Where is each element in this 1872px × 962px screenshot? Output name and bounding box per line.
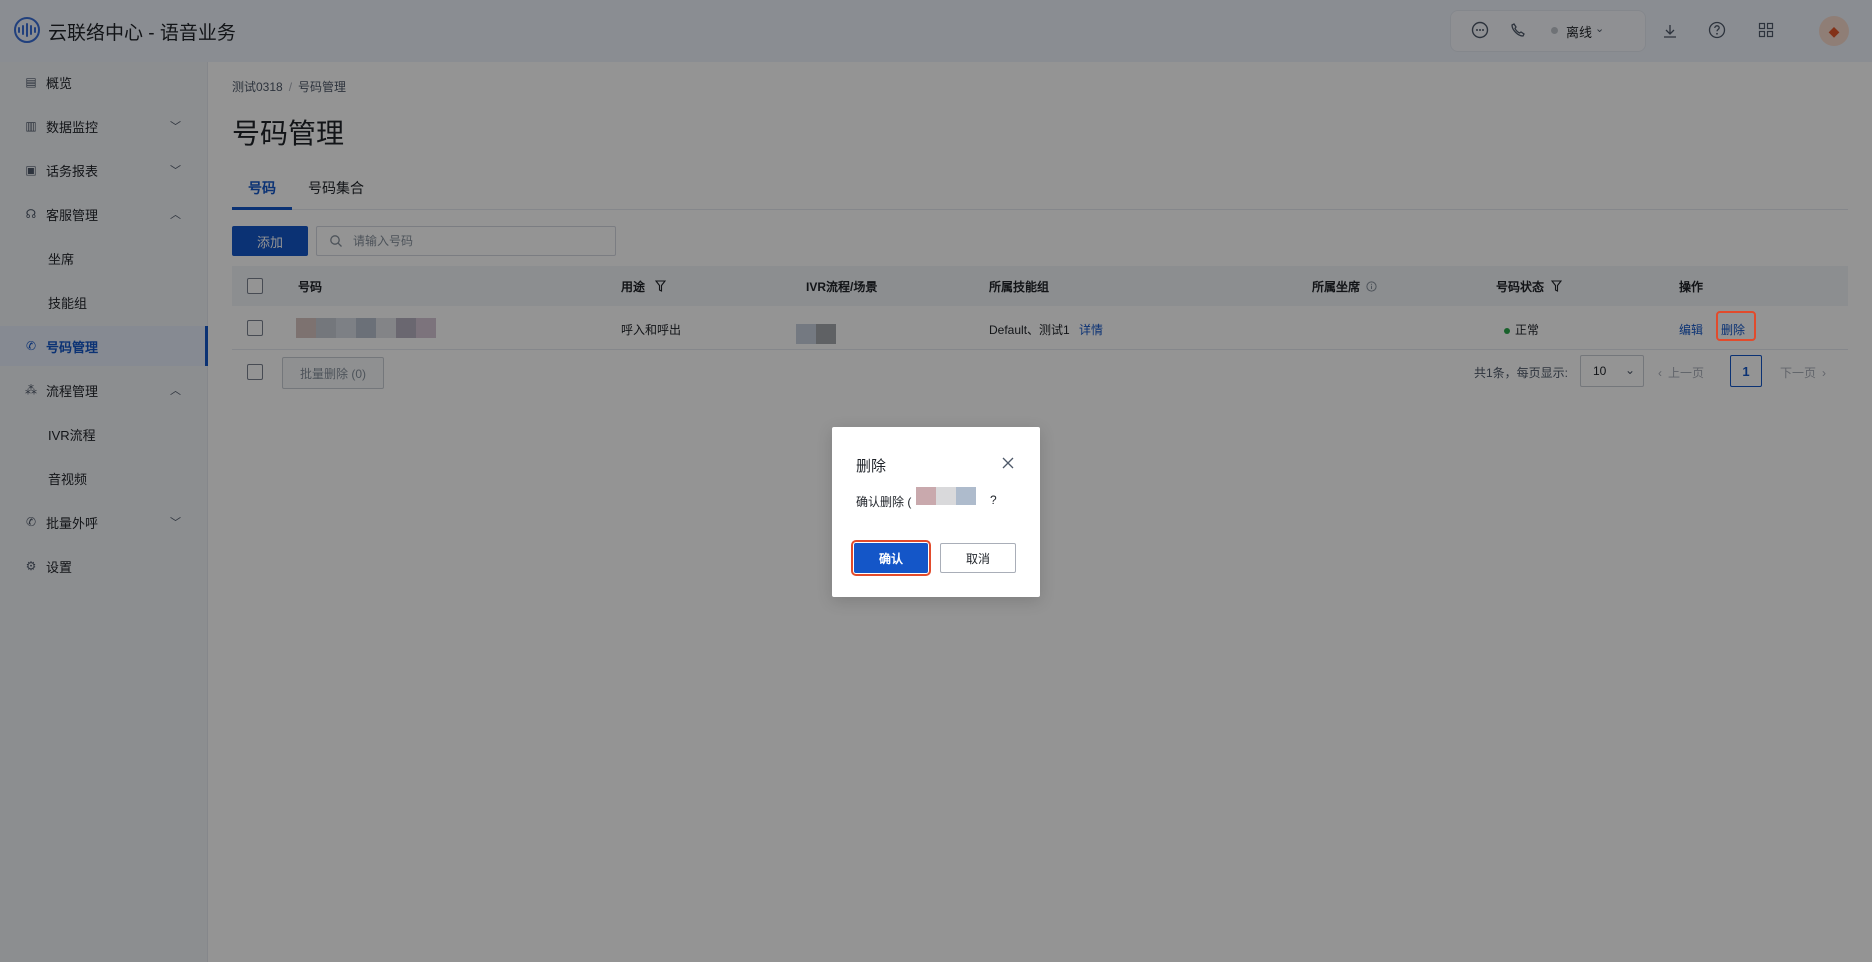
delete-confirm-dialog: 删除 确认删除 ( ? 确认 取消 bbox=[832, 427, 1040, 597]
close-icon[interactable] bbox=[1000, 455, 1016, 471]
modal-title: 删除 bbox=[856, 458, 887, 475]
modal-question-mark: ? bbox=[990, 493, 997, 507]
cancel-button[interactable]: 取消 bbox=[940, 543, 1016, 573]
modal-message: 确认删除 ( bbox=[856, 495, 912, 509]
confirm-button-highlight bbox=[851, 540, 931, 576]
delete-link-highlight bbox=[1716, 311, 1756, 341]
redacted-number bbox=[916, 487, 976, 505]
